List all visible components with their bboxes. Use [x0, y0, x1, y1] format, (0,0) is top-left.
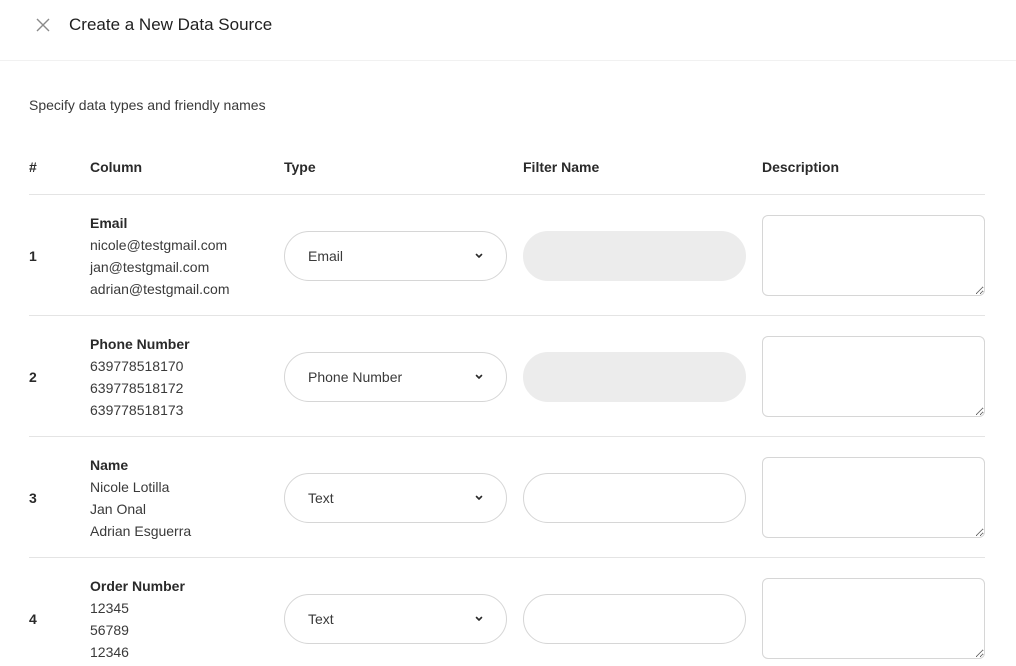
sample-value: Nicole Lotilla	[90, 479, 170, 495]
row-number: 3	[29, 490, 37, 506]
page-title: Create a New Data Source	[69, 15, 273, 34]
row-number: 1	[29, 248, 37, 264]
type-select[interactable]: Text	[284, 473, 507, 523]
description-textarea[interactable]	[762, 457, 985, 538]
column-name: Phone Number	[90, 336, 190, 352]
description-textarea[interactable]	[762, 336, 985, 417]
column-name: Order Number	[90, 578, 185, 594]
chevron-down-icon	[474, 493, 484, 503]
type-select[interactable]: Email	[284, 231, 507, 281]
sample-value: adrian@testgmail.com	[90, 281, 230, 297]
sample-value: nicole@testgmail.com	[90, 237, 228, 253]
type-selected-value: Text	[308, 611, 334, 627]
header-type: Type	[284, 159, 316, 175]
chevron-down-icon	[474, 251, 484, 261]
header-filter-name: Filter Name	[523, 159, 600, 175]
filter-name-input[interactable]	[523, 473, 746, 523]
type-select[interactable]: Text	[284, 594, 507, 644]
sample-value: 12346	[90, 644, 129, 660]
sample-value: Adrian Esguerra	[90, 523, 192, 539]
sample-value: 12345	[90, 600, 129, 616]
type-selected-value: Email	[308, 248, 344, 264]
sample-value: 56789	[90, 622, 129, 638]
sample-value: jan@testgmail.com	[90, 259, 210, 275]
row-number: 4	[29, 611, 37, 627]
column-name: Email	[90, 215, 128, 231]
chevron-down-icon	[474, 614, 484, 624]
close-icon[interactable]	[33, 15, 53, 35]
filter-name-input[interactable]	[523, 352, 746, 402]
description-textarea[interactable]	[762, 578, 985, 659]
chevron-down-icon	[474, 372, 484, 382]
header-number: #	[29, 159, 37, 175]
sample-value: 639778518170	[90, 358, 184, 374]
filter-name-input[interactable]	[523, 594, 746, 644]
instructions-text: Specify data types and friendly names	[29, 97, 266, 113]
table-row: 4 Order Number 12345 56789 12346 Text	[0, 558, 1016, 666]
sample-value: 639778518173	[90, 402, 184, 418]
type-select[interactable]: Phone Number	[284, 352, 507, 402]
sample-value: Jan Onal	[90, 501, 147, 517]
table-row: 3 Name Nicole Lotilla Jan Onal Adrian Esgu…	[0, 437, 1016, 558]
header-column: Column	[90, 159, 143, 175]
column-name: Name	[90, 457, 129, 473]
description-textarea[interactable]	[762, 215, 985, 296]
sample-value: 639778518172	[90, 380, 184, 396]
table-row: 2 Phone Number 639778518170 639778518172 6…	[0, 316, 1016, 437]
filter-name-input[interactable]	[523, 231, 746, 281]
type-selected-value: Text	[308, 490, 334, 506]
row-number: 2	[29, 369, 37, 385]
dialog-header: Create a New Data Source	[0, 0, 1016, 61]
header-description: Description	[762, 159, 840, 175]
type-selected-value: Phone Number	[308, 369, 403, 385]
table-row: 1 Email nicole@testgmail.com jan@testgmai…	[0, 195, 1016, 316]
